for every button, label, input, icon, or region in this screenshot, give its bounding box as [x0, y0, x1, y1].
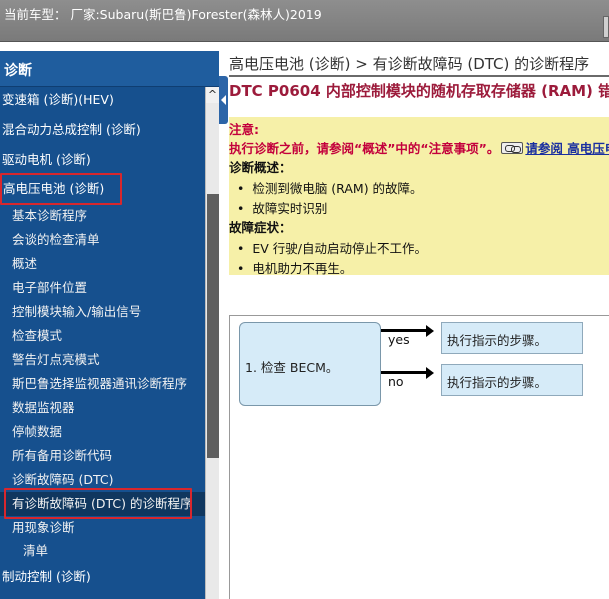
sidebar-item-io-signals[interactable]: 控制模块输入/输出信号: [12, 303, 217, 321]
sidebar-item-transmission-hev[interactable]: 变速箱 (诊断)(HEV): [2, 91, 207, 109]
main-content: 高电压电池 (诊断) > 有诊断故障码 (DTC) 的诊断程序 DTC P060…: [229, 51, 609, 599]
note-label: 注意:: [229, 122, 259, 137]
window-resize-handle[interactable]: [603, 16, 609, 38]
page-title: DTC P0604 内部控制模块的随机存取存储器 (RAM) 错误: [229, 82, 609, 100]
sidebar-header: 诊断: [0, 51, 219, 87]
breadcrumb: 高电压电池 (诊断) > 有诊断故障码 (DTC) 的诊断程序: [229, 55, 590, 73]
overview-heading: 诊断概述：: [229, 160, 292, 175]
sidebar-item-select-monitor[interactable]: 斯巴鲁选择监视器通讯诊断程序: [12, 375, 217, 393]
highlight-box-battery: [0, 173, 122, 205]
sidebar-item-fail-safe-codes[interactable]: 所有备用诊断代码: [12, 447, 217, 465]
chevron-left-icon: [221, 95, 226, 105]
sidebar-item-list[interactable]: 清单: [23, 542, 219, 560]
scroll-up-icon[interactable]: ^: [206, 87, 219, 103]
no-arrow-icon: [426, 367, 434, 379]
note-text: 执行诊断之前，请参阅“概述”中的“注意事项”。: [229, 141, 500, 156]
no-result-text: 执行指示的步骤。: [447, 375, 548, 390]
breadcrumb-divider: [229, 75, 609, 77]
yes-arrow-icon: [426, 325, 434, 337]
divider: [0, 43, 609, 51]
sidebar-item-drive-motor[interactable]: 驱动电机 (诊断): [2, 151, 207, 169]
yes-result-box[interactable]: 执行指示的步骤。: [441, 322, 583, 354]
sidebar-item-freeze-frame[interactable]: 停帧数据: [12, 423, 217, 441]
sidebar-item-symptom-diagnosis[interactable]: 用现象诊断: [12, 519, 217, 537]
sidebar: 诊断 变速箱 (诊断)(HEV) 混合动力总成控制 (诊断) 驱动电机 (诊断)…: [0, 51, 219, 599]
diagnostic-flowchart: 1. 检查 BECM。 yes 执行指示的步骤。 no 执行指示的步骤。: [229, 315, 609, 599]
scrollbar-thumb[interactable]: [207, 194, 219, 458]
sidebar-scrollbar[interactable]: ^: [205, 87, 219, 599]
sidebar-item-basic-procedure[interactable]: 基本诊断程序: [12, 207, 217, 225]
yes-result-text: 执行指示的步骤。: [447, 333, 548, 348]
sidebar-collapse-button[interactable]: [219, 76, 228, 124]
highlight-box-dtc-procedure: [4, 488, 192, 519]
sidebar-item-inspection-mode[interactable]: 检查模式: [12, 327, 217, 345]
sidebar-item-interview-checklist[interactable]: 会谈的检查清单: [12, 231, 217, 249]
symptom-heading: 故障症状：: [229, 220, 292, 235]
link-icon: [501, 142, 524, 154]
sidebar-item-data-monitor[interactable]: 数据监视器: [12, 399, 217, 417]
yes-label: yes: [388, 332, 410, 347]
vehicle-bar: 当前车型： 厂家:Subaru(斯巴鲁)Forester(森林人)2019: [0, 0, 609, 42]
symptom-item: • EV 行驶/自动启动停止不工作。: [237, 241, 427, 256]
reference-link[interactable]: 请参阅 高电压电池 (诊断) > 概述: [525, 141, 609, 156]
sidebar-item-component-location[interactable]: 电子部件位置: [12, 279, 217, 297]
symptom-item: • 电机助力不再生。: [237, 261, 353, 276]
step-label: 1. 检查 BECM。: [245, 360, 339, 375]
overview-item: • 检测到微电脑 (RAM) 的故障。: [237, 181, 423, 196]
sidebar-item-warning-light-mode[interactable]: 警告灯点亮模式: [12, 351, 217, 369]
sidebar-title: 诊断: [4, 63, 32, 79]
current-vehicle-label: 当前车型： 厂家:Subaru(斯巴鲁)Forester(森林人)2019: [4, 7, 322, 22]
no-result-box[interactable]: 执行指示的步骤。: [441, 364, 583, 396]
note-box: 注意: 执行诊断之前，请参阅“概述”中的“注意事项”。 请参阅 高电压电池 (诊断…: [229, 117, 609, 276]
no-label: no: [388, 374, 404, 389]
sidebar-item-hybrid-powertrain[interactable]: 混合动力总成控制 (诊断): [2, 121, 207, 139]
step-box[interactable]: 1. 检查 BECM。: [239, 322, 381, 406]
sidebar-item-overview[interactable]: 概述: [12, 255, 217, 273]
overview-item: • 故障实时识别: [237, 201, 328, 216]
sidebar-item-dtc[interactable]: 诊断故障码 (DTC): [12, 471, 217, 489]
sidebar-item-brake-control[interactable]: 制动控制 (诊断): [2, 568, 207, 586]
note-line: 执行诊断之前，请参阅“概述”中的“注意事项”。 请参阅 高电压电池 (诊断) > …: [229, 138, 609, 157]
